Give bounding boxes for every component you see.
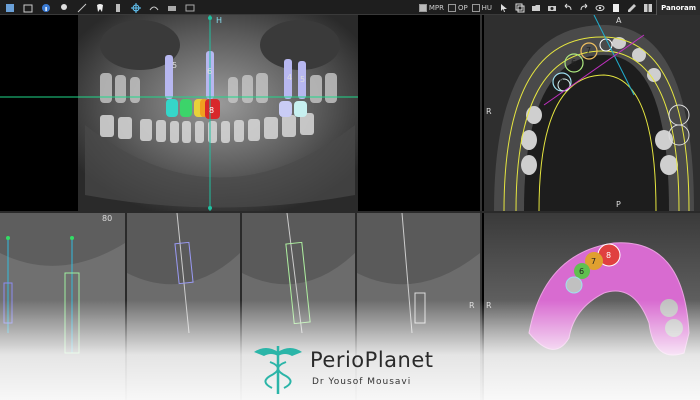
implant-number: 8 bbox=[209, 106, 215, 115]
cross-section-image bbox=[127, 213, 240, 400]
cursor-icon[interactable] bbox=[498, 2, 510, 14]
orientation-label-posterior: P bbox=[616, 200, 621, 209]
save-icon[interactable] bbox=[2, 1, 18, 14]
measure-icon[interactable] bbox=[74, 1, 90, 14]
model-3d-view[interactable]: R 7 6 8 bbox=[484, 213, 700, 400]
nerve-icon[interactable] bbox=[146, 1, 162, 14]
logo-subtitle: Dr Yousof Mousavi bbox=[312, 377, 412, 387]
view-label: HU bbox=[481, 3, 493, 12]
implant-number: 8 bbox=[606, 251, 612, 260]
implant-number: 6 bbox=[571, 58, 577, 67]
implant-number: 7 bbox=[586, 46, 592, 55]
square-icon[interactable] bbox=[610, 2, 622, 14]
caduceus-icon bbox=[254, 346, 302, 394]
cross-section-view-2[interactable] bbox=[127, 213, 240, 400]
crosshair-icon[interactable] bbox=[128, 1, 144, 14]
layout-icon[interactable] bbox=[642, 2, 654, 14]
view-toggle-mpr[interactable]: MPR bbox=[418, 3, 444, 12]
implant-number: 6 bbox=[579, 267, 585, 276]
checkbox[interactable] bbox=[418, 3, 427, 12]
export-icon[interactable] bbox=[20, 1, 36, 14]
orientation-label-anterior: A bbox=[616, 16, 622, 25]
light-icon[interactable] bbox=[56, 1, 72, 14]
cross-section-image bbox=[0, 213, 125, 400]
checkbox[interactable] bbox=[447, 3, 456, 12]
view-label: OP bbox=[457, 3, 468, 12]
eye-icon[interactable] bbox=[594, 2, 606, 14]
slice-number: 80 bbox=[102, 214, 113, 223]
tooth-icon[interactable] bbox=[92, 1, 108, 14]
orientation-label-right: R bbox=[486, 301, 492, 310]
cross-section-view-1[interactable]: 80 bbox=[0, 213, 125, 400]
model-3d-image bbox=[484, 213, 700, 400]
implant-number: 6 bbox=[207, 67, 213, 76]
implant-number: 7 bbox=[591, 257, 597, 266]
panorama-view[interactable]: H 5 6 8 4 5 bbox=[0, 15, 480, 211]
tab-panoram[interactable]: Panoram bbox=[656, 0, 700, 15]
folder-icon[interactable] bbox=[530, 2, 542, 14]
logo-title: PerioPlanet bbox=[310, 348, 434, 372]
axis-label: H bbox=[216, 16, 223, 25]
implant-number: 5 bbox=[300, 75, 306, 84]
toolbar-right: MPR OP HU Panoram bbox=[418, 0, 700, 15]
copy-icon[interactable] bbox=[514, 2, 526, 14]
print-icon[interactable] bbox=[164, 1, 180, 14]
axial-image bbox=[484, 15, 700, 211]
orientation-label-right: R bbox=[486, 107, 492, 116]
panorama-image bbox=[0, 15, 358, 211]
implant-number: 4 bbox=[287, 73, 293, 82]
view-label: MPR bbox=[428, 3, 444, 12]
orientation-label-right: R bbox=[469, 301, 475, 310]
divider bbox=[480, 15, 482, 400]
implant-number: 5 bbox=[559, 78, 565, 87]
implant-number: 5 bbox=[172, 61, 178, 70]
pen-icon[interactable] bbox=[626, 2, 638, 14]
axial-view[interactable]: A P R 7 6 5 bbox=[484, 15, 700, 211]
toolbar: MPR OP HU Panoram bbox=[0, 0, 700, 15]
info-icon[interactable] bbox=[38, 1, 54, 14]
redo-icon[interactable] bbox=[578, 2, 590, 14]
screenshot-icon[interactable] bbox=[182, 1, 198, 14]
toolbar-left-icons bbox=[2, 1, 200, 14]
divider bbox=[0, 211, 700, 213]
view-toggle-hu[interactable]: HU bbox=[471, 3, 493, 12]
logo: PerioPlanet Dr Yousof Mousavi bbox=[250, 338, 460, 398]
implant-icon[interactable] bbox=[110, 1, 126, 14]
checkbox[interactable] bbox=[471, 3, 480, 12]
view-toggle-op[interactable]: OP bbox=[447, 3, 468, 12]
undo-icon[interactable] bbox=[562, 2, 574, 14]
camera-icon[interactable] bbox=[546, 2, 558, 14]
